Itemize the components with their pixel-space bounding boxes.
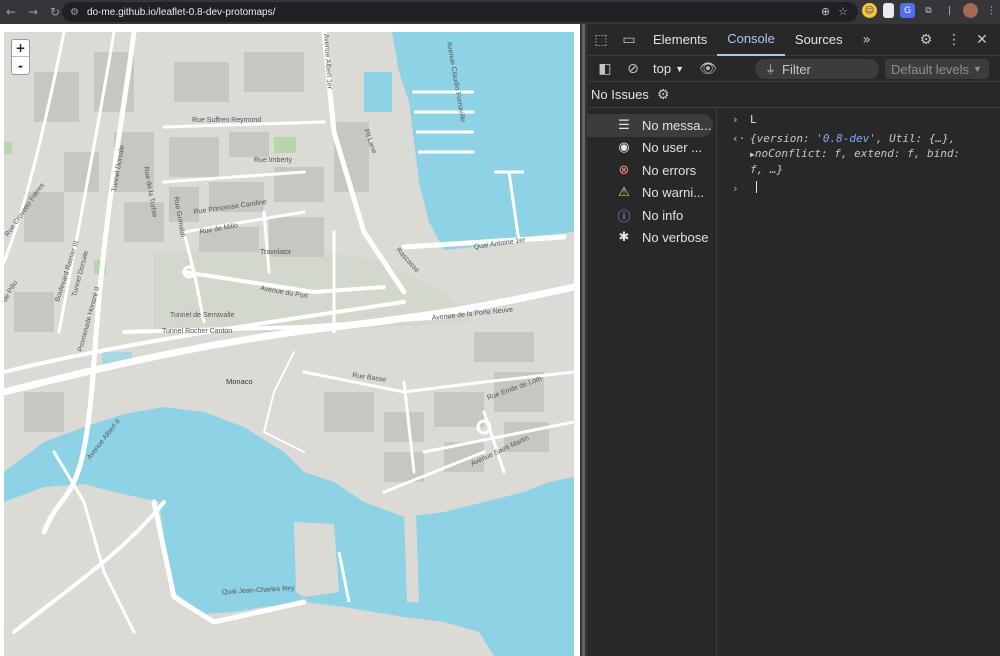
- site-info-icon[interactable]: ⚙: [70, 7, 79, 18]
- browser-menu-icon[interactable]: ⋮: [984, 3, 999, 18]
- inspect-element-icon[interactable]: ⬚: [587, 26, 615, 54]
- url-text: do-me.github.io/leaflet-0.8-dev-protomap…: [86, 6, 276, 18]
- sidebar-item-errors[interactable]: ⊗ No errors: [587, 159, 716, 182]
- result-text: noConflict: f, extend: f, bind:: [754, 147, 961, 160]
- console-toolbar: ◧ ⊘ top ▼ 👁 ⏚ Filter Default levels ▼: [587, 56, 1000, 82]
- result-text: , Util: {…},: [875, 132, 956, 145]
- console-sidebar: ☰ No messa... ◉ No user ... ⊗ No errors …: [587, 108, 717, 656]
- console-prompt[interactable]: ›: [732, 181, 1000, 196]
- map-label: Rue Suffren Reymond: [192, 117, 261, 124]
- reload-icon: ↻: [49, 5, 61, 19]
- sidebar-item-label: No errors: [642, 162, 697, 178]
- map-canvas[interactable]: Rue Suffren Reymond Rue Imberty Rue Prin…: [4, 32, 574, 656]
- filter-placeholder: Filter: [782, 61, 811, 77]
- sidebar-item-info[interactable]: ⓘ No info: [587, 204, 716, 227]
- info-icon: ⓘ: [617, 209, 631, 225]
- bug-icon: ✱: [618, 230, 630, 246]
- zoom-control: + -: [11, 39, 30, 75]
- error-icon: ⊗: [618, 162, 630, 178]
- map-label: Monaco: [226, 377, 253, 386]
- sidebar-item-label: No info: [642, 207, 684, 223]
- dropdown-arrow-icon: ▼: [973, 64, 982, 74]
- map-label: Rue Imberty: [254, 157, 293, 164]
- map-label: Tunnel de Serravalle: [170, 312, 234, 319]
- browser-toolbar: ← → ↻ ⚙ do-me.github.io/leaflet-0.8-dev-…: [0, 0, 1000, 24]
- map-label: Tunnel Rocher Canton: [162, 328, 232, 335]
- result-text: {version:: [750, 132, 817, 145]
- zoom-out-button[interactable]: -: [12, 57, 29, 74]
- sidebar-item-messages[interactable]: ☰ No messa...: [587, 114, 713, 137]
- dropdown-arrow-icon: ▼: [675, 63, 684, 74]
- forward-button[interactable]: →: [22, 1, 44, 23]
- zoom-icon[interactable]: ⊕: [821, 5, 830, 18]
- divider: |: [947, 5, 952, 16]
- issues-count[interactable]: No Issues: [591, 87, 649, 102]
- warning-icon: ⚠: [618, 185, 630, 201]
- sidebar-item-warnings[interactable]: ⚠ No warni...: [587, 182, 716, 205]
- log-levels-label: Default levels: [891, 61, 970, 77]
- text-cursor: [756, 181, 757, 193]
- device-toolbar-icon[interactable]: ▭: [615, 26, 643, 54]
- sidebar-item-verbose[interactable]: ✱ No verbose: [587, 227, 716, 250]
- input-chevron-icon: ›: [732, 113, 739, 126]
- splitter-grip[interactable]: [582, 24, 585, 656]
- sidebar-item-label: No user ...: [642, 140, 702, 156]
- result-arrow-icon: ‹·: [732, 132, 746, 145]
- toggle-sidebar-icon[interactable]: ◧: [591, 55, 619, 83]
- profile-avatar[interactable]: [963, 3, 978, 18]
- extension-smiley-icon[interactable]: ☺: [862, 3, 877, 18]
- console-input-entry: › L: [732, 112, 1000, 127]
- devtools-menu-icon[interactable]: ⋮: [940, 26, 968, 54]
- context-label: top: [653, 61, 672, 76]
- page-viewport: Rue Suffren Reymond Rue Imberty Rue Prin…: [0, 24, 580, 656]
- clear-console-icon[interactable]: ⊘: [619, 55, 647, 83]
- context-selector[interactable]: top ▼: [647, 61, 690, 76]
- devtools-panel: ⬚ ▭ Elements Console Sources » ⚙ ⋮ ✕ ◧ ⊘…: [587, 24, 1000, 656]
- map-label: Travolator: [260, 249, 292, 256]
- live-expression-eye-icon[interactable]: 👁: [694, 55, 722, 83]
- log-levels-dropdown[interactable]: Default levels ▼: [885, 59, 989, 79]
- settings-gear-icon[interactable]: ⚙: [912, 26, 940, 54]
- tab-sources[interactable]: Sources: [785, 24, 853, 56]
- back-arrow-icon: ←: [5, 5, 17, 19]
- map-container[interactable]: Rue Suffren Reymond Rue Imberty Rue Prin…: [4, 32, 574, 656]
- extensions-puzzle-icon[interactable]: ⧉: [921, 3, 936, 18]
- console-result-entry[interactable]: ‹· {version: '0.8-dev', Util: {…}, ▶noCo…: [732, 131, 1000, 177]
- tab-elements[interactable]: Elements: [643, 24, 717, 56]
- bookmark-star-icon[interactable]: ☆: [838, 5, 848, 18]
- list-icon: ☰: [618, 117, 630, 133]
- forward-arrow-icon: →: [27, 5, 39, 19]
- console-output[interactable]: › L ‹· {version: '0.8-dev', Util: {…}, ▶…: [718, 108, 1000, 656]
- console-input-text: L: [750, 113, 757, 126]
- devtools-tab-bar: ⬚ ▭ Elements Console Sources » ⚙ ⋮ ✕: [587, 24, 1000, 56]
- sidebar-item-user-messages[interactable]: ◉ No user ...: [587, 137, 716, 160]
- extension-page-icon[interactable]: [883, 3, 894, 18]
- sidebar-item-label: No messa...: [642, 117, 712, 133]
- sidebar-item-label: No warni...: [642, 185, 705, 201]
- extension-translate-icon[interactable]: G: [900, 3, 915, 18]
- user-icon: ◉: [618, 140, 630, 156]
- zoom-in-button[interactable]: +: [12, 40, 29, 57]
- prompt-chevron-icon: ›: [732, 182, 739, 195]
- address-bar[interactable]: ⚙ do-me.github.io/leaflet-0.8-dev-protom…: [62, 2, 858, 22]
- issues-bar: No Issues ⚙: [587, 82, 1000, 108]
- sidebar-item-label: No verbose: [642, 230, 709, 246]
- close-devtools-icon[interactable]: ✕: [968, 26, 996, 54]
- result-version-string: '0.8-dev': [816, 132, 876, 145]
- console-settings-gear-icon[interactable]: ⚙: [657, 87, 670, 103]
- tab-console[interactable]: Console: [717, 24, 785, 56]
- more-tabs-chevron-icon[interactable]: »: [853, 26, 881, 54]
- devtools-splitter[interactable]: [580, 24, 587, 656]
- filter-funnel-icon: ⏚: [765, 63, 776, 76]
- back-button[interactable]: ←: [0, 1, 22, 23]
- console-result-object[interactable]: {version: '0.8-dev', Util: {…}, ▶noConfl…: [750, 131, 960, 177]
- result-text: f, …}: [750, 163, 784, 176]
- filter-input[interactable]: ⏚ Filter: [755, 59, 879, 79]
